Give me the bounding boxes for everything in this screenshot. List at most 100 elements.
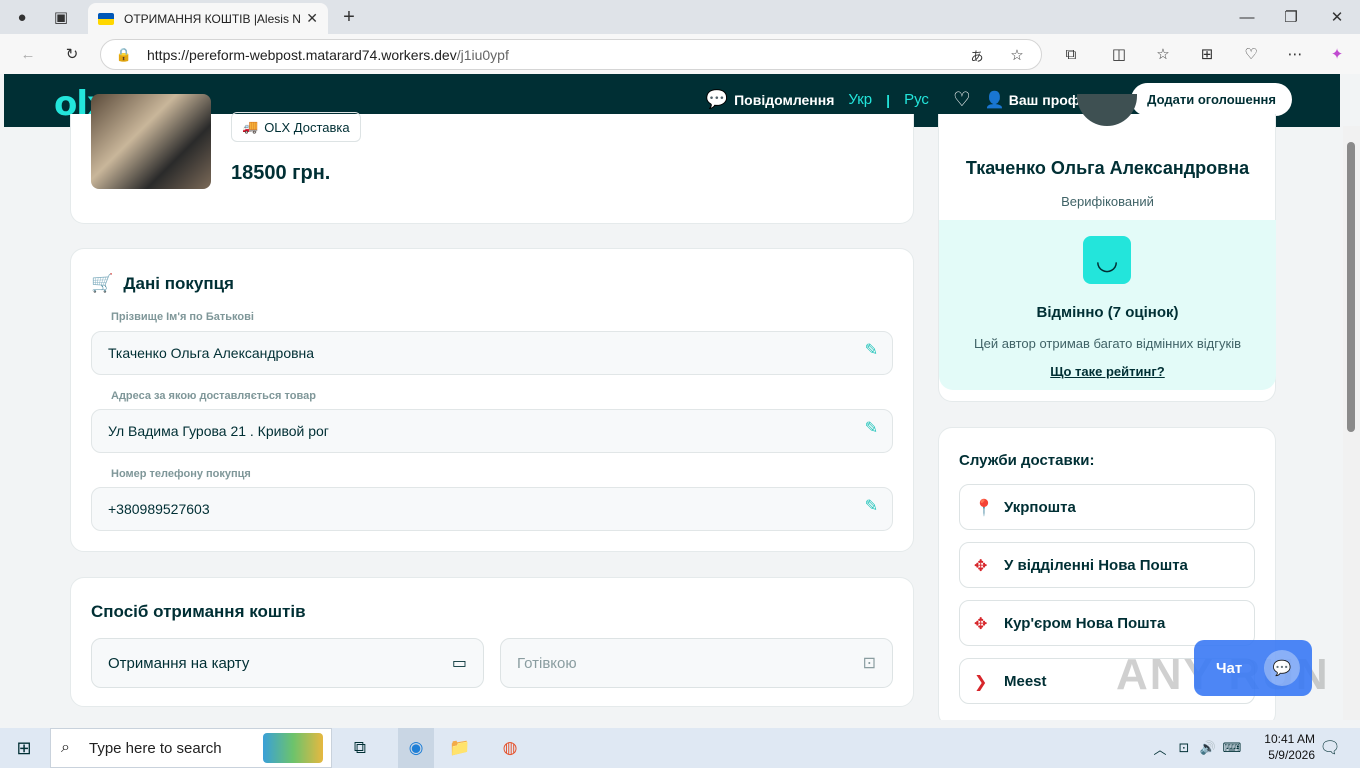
close-tab-icon[interactable]: ✕ [306, 10, 318, 27]
browser-chrome: ● ▣ ОТРИМАННЯ КОШТІВ |Alesis Nit ✕ + — ❐… [0, 0, 1360, 74]
nova-poshta-icon: ✥ [974, 616, 988, 633]
chat-label: Чат [1216, 659, 1243, 677]
messages-link[interactable]: 💬 Повідомлення [706, 89, 835, 110]
cash-option[interactable]: Готівкою ⊡ [500, 638, 893, 688]
delivery-option-label: Meest [1004, 672, 1047, 690]
page-content: olx 💬 Повідомлення Укр | Рус ♡ 👤 Ваш про… [0, 74, 1343, 720]
search-highlight-image [263, 733, 323, 763]
delivery-title: Служби доставки: [959, 452, 1095, 469]
smile-icon: ◡ [1083, 236, 1131, 284]
rating-description: Цей автор отримав багато відмінних відгу… [974, 336, 1241, 351]
delivery-option-label: У відділенні Нова Пошта [1004, 556, 1188, 574]
buyer-section-title: 🛒 Дані покупця [91, 273, 234, 294]
tab-favicon-icon [98, 12, 114, 25]
seller-card: Ткаченко Ольга Александровна Верифікован… [938, 94, 1276, 402]
rating-box: ◡ Відмінно (7 оцінок) Цей автор отримав … [939, 220, 1276, 390]
url-path: /j1iu0ypf [456, 46, 509, 63]
product-card: 🚚 OLX Доставка 18500 грн. [70, 94, 914, 224]
cart-icon: 🛒 [91, 273, 114, 293]
delivery-option-np-branch[interactable]: ✥ У відділенні Нова Пошта [959, 542, 1255, 588]
edit-user-icon[interactable]: ✎ [865, 340, 878, 360]
clock-date: 5/9/2026 [1268, 748, 1315, 762]
task-view-icon[interactable]: ⧉ [348, 736, 372, 760]
page-scrollbar[interactable] [1343, 126, 1360, 720]
chat-bubble-icon: 💬 [1264, 650, 1300, 686]
language-icon[interactable]: ⌨ [1220, 736, 1244, 760]
search-icon: ⌕ [61, 739, 70, 756]
product-price: 18500 грн. [231, 162, 331, 184]
clock-time: 10:41 AM [1264, 732, 1315, 746]
delivery-option-ukrposhta[interactable]: 📍 Укрпошта [959, 484, 1255, 530]
firefox-icon[interactable]: ◍ [498, 736, 522, 760]
delivery-option-label: Укрпошта [1004, 498, 1076, 516]
location-pin-icon: 📍 [974, 500, 994, 517]
favorite-star-icon[interactable]: ☆ [1007, 46, 1027, 64]
favorites-icon[interactable]: ☆ [1152, 43, 1174, 65]
url-host: https://pereform-webpost.matarard74.work… [147, 46, 457, 63]
new-tab-icon[interactable]: + [338, 6, 360, 28]
phone-value: +380989527603 [108, 501, 210, 517]
volume-icon[interactable]: 🔊 [1196, 736, 1220, 760]
lang-separator: | [886, 91, 891, 108]
file-explorer-icon[interactable]: 📁 [448, 736, 472, 760]
back-icon[interactable]: ← [16, 43, 40, 65]
seller-name: Ткаченко Ольга Александровна [965, 158, 1250, 178]
phone-field[interactable]: +380989527603 ✎ [91, 487, 893, 531]
search-placeholder: Type here to search [89, 739, 222, 757]
messages-label: Повідомлення [734, 91, 835, 108]
post-ad-button[interactable]: Додати оголошення [1131, 83, 1292, 116]
windows-start-icon[interactable]: ⊞ [12, 736, 36, 760]
scrollbar-thumb[interactable] [1347, 142, 1355, 432]
split-screen-icon[interactable]: ◫ [1108, 43, 1130, 65]
read-aloud-icon[interactable]: あ [967, 46, 987, 64]
network-icon[interactable]: ⊡ [1172, 736, 1196, 760]
lock-icon[interactable]: 🔒 [115, 46, 133, 64]
lang-rus-link[interactable]: Рус [904, 91, 929, 108]
taskbar: ⊞ ⌕ Type here to search ⧉ ◉ 📁 ◍ ︿ ⊡ 🔊 ⌨ … [0, 728, 1360, 768]
browser-essentials-icon[interactable]: ♡ [1240, 43, 1262, 65]
more-menu-icon[interactable]: ⋯ [1284, 43, 1306, 65]
copilot-icon[interactable]: ✦ [1326, 43, 1348, 65]
meest-icon: ❯ [974, 674, 988, 691]
chat-bubble-icon: 💬 [705, 89, 729, 109]
edge-icon[interactable]: ◉ [398, 728, 434, 768]
close-window-icon[interactable]: ✕ [1326, 6, 1348, 28]
payout-card: Спосіб отримання коштів Отримання на кар… [70, 577, 914, 707]
minimize-icon[interactable]: — [1236, 6, 1258, 28]
buyer-title: Дані покупця [123, 273, 234, 293]
lang-ukr-link[interactable]: Укр [848, 91, 872, 108]
header-nav: 💬 Повідомлення Укр | Рус ♡ 👤 Ваш профіль… [706, 83, 1292, 116]
maximize-icon[interactable]: ❐ [1280, 6, 1302, 28]
buyer-card: 🛒 Дані покупця Прізвище Ім'я по Батькові… [70, 248, 914, 552]
extensions-icon[interactable]: ⧉ [1060, 43, 1082, 65]
seller-status: Верифікований [1061, 194, 1154, 209]
collections-icon[interactable]: ⊞ [1196, 43, 1218, 65]
address-bar[interactable]: 🔒 https://pereform-webpost.matarard74.wo… [100, 39, 1042, 70]
browser-tab[interactable]: ОТРИМАННЯ КОШТІВ |Alesis Nit ✕ [88, 3, 328, 34]
tab-actions-icon[interactable]: ▣ [50, 6, 72, 28]
edit-user-icon[interactable]: ✎ [865, 496, 878, 516]
tray-chevron-icon[interactable]: ︿ [1148, 736, 1172, 760]
address-field[interactable]: Ул Вадима Гурова 21 . Кривой рог ✎ [91, 409, 893, 453]
taskbar-search[interactable]: ⌕ Type here to search [50, 728, 332, 768]
taskbar-clock[interactable]: 10:41 AM 5/9/2026 [1264, 731, 1315, 763]
credit-card-icon: ▭ [451, 655, 467, 672]
olx-delivery-badge: 🚚 OLX Доставка [231, 112, 361, 142]
profile-icon[interactable]: ● [10, 6, 34, 28]
rating-info-link[interactable]: Що таке рейтинг? [939, 364, 1276, 379]
edit-user-icon[interactable]: ✎ [865, 418, 878, 438]
nova-poshta-icon: ✥ [974, 558, 988, 575]
tab-strip: ● ▣ ОТРИМАННЯ КОШТІВ |Alesis Nit ✕ + — ❐… [0, 0, 1360, 34]
name-value: Ткаченко Ольга Александровна [108, 345, 315, 361]
payout-title: Спосіб отримання коштів [91, 602, 306, 621]
truck-icon: 🚚 [242, 119, 259, 134]
refresh-icon[interactable]: ↻ [60, 43, 84, 65]
user-icon: 👤 [984, 91, 1005, 109]
chat-button[interactable]: Чат 💬 [1194, 640, 1312, 696]
cash-option-label: Готівкою [517, 654, 577, 672]
heart-icon[interactable]: ♡ [953, 87, 971, 112]
card-option[interactable]: Отримання на карту ▭ [91, 638, 484, 688]
notifications-icon[interactable]: 🗨 [1318, 736, 1342, 760]
product-image [91, 94, 211, 189]
name-field[interactable]: Ткаченко Ольга Александровна ✎ [91, 331, 893, 375]
